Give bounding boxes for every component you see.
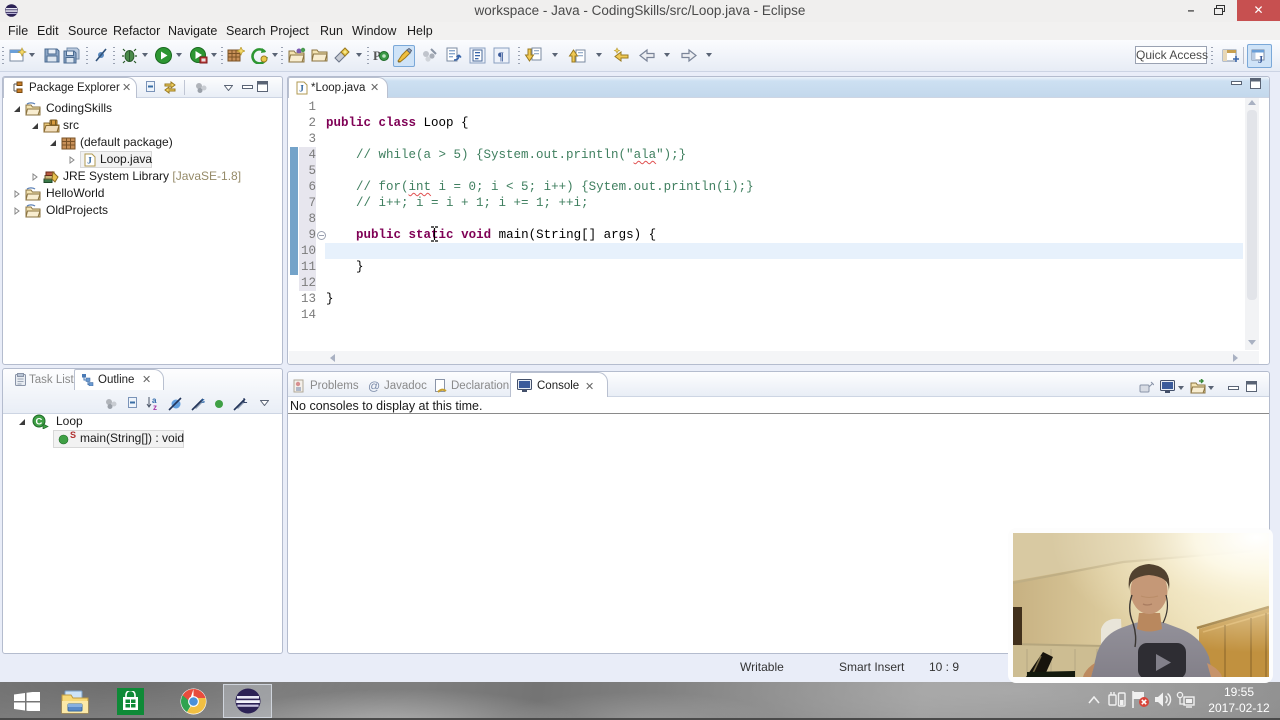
svg-text:J: J (1258, 55, 1263, 64)
svg-text:J: J (299, 84, 304, 94)
svg-text:J: J (87, 156, 92, 166)
svg-text:C: C (36, 417, 43, 428)
svg-text:¶: ¶ (498, 49, 504, 63)
svg-text:L: L (243, 398, 248, 405)
svg-text:z: z (153, 403, 157, 411)
svg-text:s: s (201, 398, 205, 405)
